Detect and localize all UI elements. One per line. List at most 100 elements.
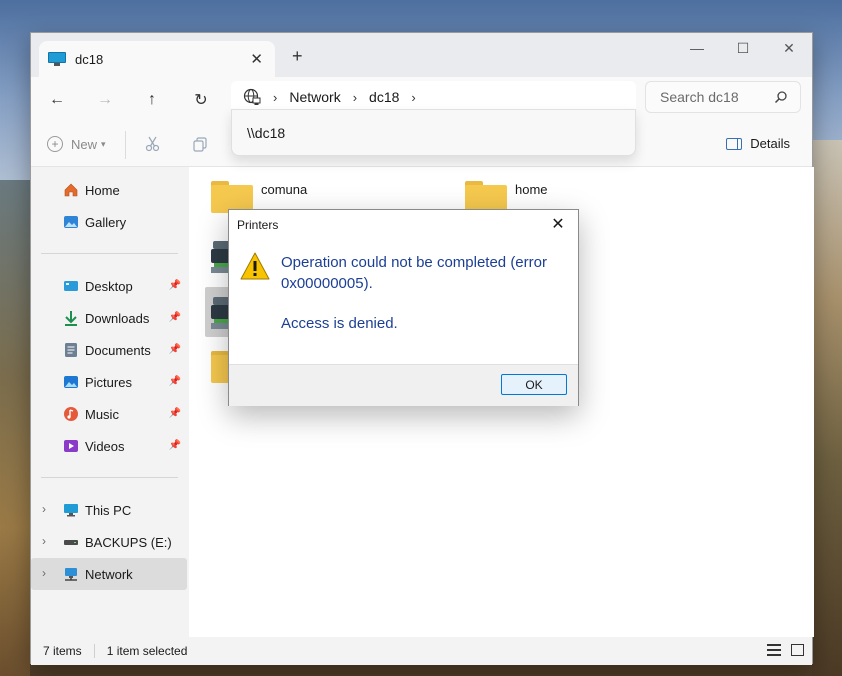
breadcrumb-chevron[interactable]: › — [273, 90, 277, 105]
sidebar-divider — [41, 477, 178, 478]
sidebar-item-music[interactable]: Music 📌 — [31, 398, 187, 430]
expand-chevron-icon[interactable]: › — [42, 502, 46, 516]
tab-strip: dc18 ✕ + — ☐ ✕ — [31, 33, 812, 77]
warning-icon — [240, 252, 270, 280]
desktop-icon — [63, 278, 79, 294]
sidebar-item-pictures[interactable]: Pictures 📌 — [31, 366, 187, 398]
drive-icon — [63, 534, 79, 550]
desktop-wallpaper-left — [0, 180, 30, 676]
pin-icon[interactable]: 📌 — [169, 344, 181, 355]
sidebar-item-label: Pictures — [85, 374, 132, 390]
sidebar-item-this-pc[interactable]: › This PC — [31, 494, 187, 526]
sidebar-item-label: Network — [85, 566, 133, 582]
sidebar-item-gallery[interactable]: Gallery — [31, 206, 187, 238]
new-tab-button[interactable]: + — [292, 46, 303, 67]
window-controls: — ☐ ✕ — [674, 33, 812, 63]
gallery-icon — [63, 214, 79, 230]
sidebar-item-backups-drive[interactable]: › BACKUPS (E:) — [31, 526, 187, 558]
sidebar-item-network[interactable]: › Network — [31, 558, 187, 590]
sidebar-item-desktop[interactable]: Desktop 📌 — [31, 270, 187, 302]
music-icon — [63, 406, 79, 422]
ok-button[interactable]: OK — [501, 374, 567, 395]
pin-icon[interactable]: 📌 — [169, 408, 181, 419]
minimize-button[interactable]: — — [674, 33, 720, 63]
sidebar-item-label: Music — [85, 406, 119, 422]
expand-chevron-icon[interactable]: › — [42, 534, 46, 548]
pin-icon[interactable]: 📌 — [169, 312, 181, 323]
sidebar-item-documents[interactable]: Documents 📌 — [31, 334, 187, 366]
details-label: Details — [750, 136, 790, 151]
address-suggestion-item[interactable]: \\dc18 — [247, 125, 285, 141]
sidebar-item-home[interactable]: Home — [31, 174, 187, 206]
dialog-footer: OK — [229, 364, 578, 406]
details-view-icon[interactable] — [767, 644, 781, 656]
sidebar-item-label: BACKUPS (E:) — [85, 534, 172, 550]
sidebar-item-label: Home — [85, 182, 120, 198]
pictures-icon — [63, 374, 79, 390]
pin-icon[interactable]: 📌 — [169, 376, 181, 387]
dialog-title: Printers — [237, 218, 279, 232]
new-button[interactable]: + New ▾ — [47, 136, 106, 152]
folder-item-home[interactable]: home — [465, 179, 548, 213]
details-pane-icon — [726, 137, 743, 150]
documents-icon — [63, 342, 79, 358]
back-button[interactable]: ← — [44, 87, 70, 113]
sidebar-divider — [41, 253, 178, 254]
breadcrumb-chevron[interactable]: › — [411, 90, 415, 105]
cut-icon[interactable] — [144, 135, 162, 153]
selection-count: 1 item selected — [106, 644, 188, 658]
file-name: home — [515, 182, 548, 197]
folder-item-comuna[interactable]: comuna — [211, 179, 307, 213]
tiles-view-icon[interactable] — [791, 644, 804, 656]
refresh-button[interactable]: ↻ — [188, 87, 214, 113]
breadcrumb-chevron[interactable]: › — [353, 90, 357, 105]
sidebar-item-label: Documents — [85, 342, 151, 358]
view-controls — [767, 644, 804, 656]
home-icon — [63, 182, 79, 198]
plus-icon: + — [47, 136, 63, 152]
videos-icon — [63, 438, 79, 454]
sidebar-item-downloads[interactable]: Downloads 📌 — [31, 302, 187, 334]
error-dialog: Printers ✕ Operation could not be comple… — [228, 209, 579, 406]
new-button-label: New — [71, 136, 98, 152]
status-divider — [93, 644, 95, 658]
tab-title: dc18 — [75, 51, 104, 67]
tab-close-icon[interactable]: ✕ — [250, 50, 263, 68]
computer-icon — [48, 52, 66, 66]
close-window-button[interactable]: ✕ — [766, 33, 812, 63]
expand-chevron-icon[interactable]: › — [42, 566, 46, 580]
download-icon — [63, 310, 79, 326]
search-icon — [774, 90, 788, 104]
sidebar-item-label: Videos — [85, 438, 125, 454]
copy-icon[interactable] — [191, 135, 209, 153]
file-name: comuna — [261, 182, 308, 197]
dialog-close-button[interactable]: ✕ — [546, 213, 570, 235]
sidebar-item-label: Desktop — [85, 278, 133, 294]
breadcrumb-dc18[interactable]: dc18 — [369, 89, 399, 105]
pin-icon[interactable]: 📌 — [169, 280, 181, 291]
sidebar-item-videos[interactable]: Videos 📌 — [31, 430, 187, 462]
search-input[interactable]: Search dc18 — [660, 89, 739, 105]
up-button[interactable]: ↑ — [139, 87, 165, 113]
sidebar-item-label: Gallery — [85, 214, 127, 230]
maximize-button[interactable]: ☐ — [720, 33, 766, 63]
address-suggestion-dropdown: \\dc18 — [231, 109, 636, 156]
status-bar: 7 items 1 item selected — [31, 637, 812, 665]
pin-icon[interactable]: 📌 — [169, 440, 181, 451]
folder-icon — [465, 179, 507, 213]
sidebar-item-label: This PC — [85, 502, 132, 518]
breadcrumb-network[interactable]: Network — [289, 89, 340, 105]
navigation-pane: Home Gallery Desktop 📌 Downloads 📌 Docum… — [31, 167, 189, 637]
sidebar-item-label: Downloads — [85, 310, 150, 326]
details-button[interactable]: Details — [726, 136, 790, 151]
network-globe-icon — [243, 88, 261, 106]
forward-button[interactable]: → — [92, 87, 118, 113]
item-count: 7 items — [43, 644, 82, 658]
folder-icon — [211, 179, 253, 213]
network-icon — [63, 566, 79, 582]
search-box[interactable]: Search dc18 — [645, 81, 801, 113]
command-divider — [125, 131, 126, 159]
dialog-detail: Access is denied. — [281, 315, 398, 332]
dialog-message: Operation could not be completed (error … — [281, 254, 547, 292]
tab-dc18[interactable]: dc18 ✕ — [39, 41, 275, 77]
